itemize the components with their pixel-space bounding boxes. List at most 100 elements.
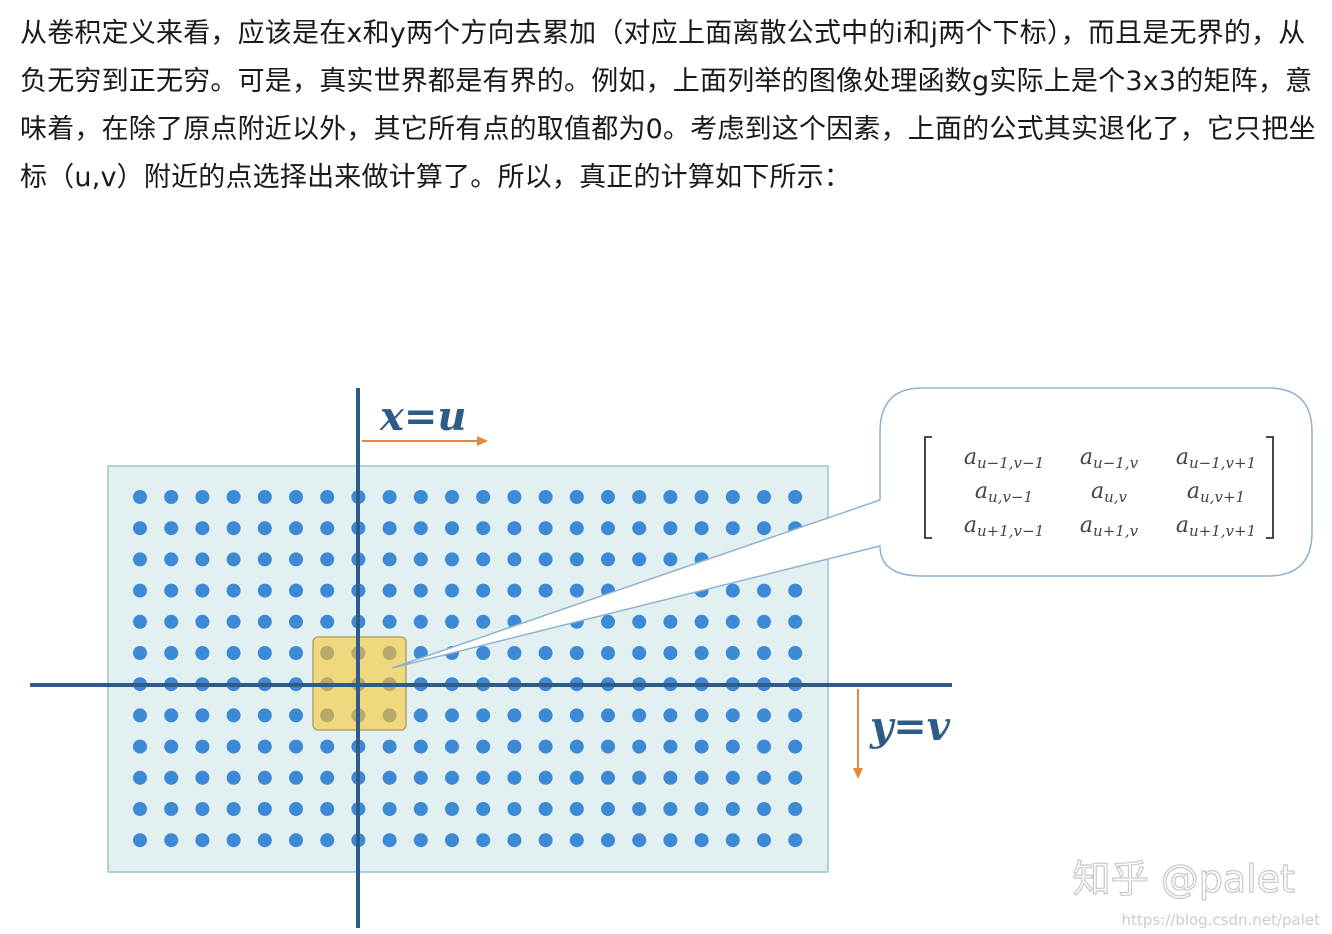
grid-dot [663,646,678,660]
grid-dot [694,646,709,660]
grid-dot [694,770,709,785]
grid-dot [133,614,147,629]
grid-dot [757,614,771,629]
grid-dot [725,583,740,598]
grid-dot [195,646,210,660]
grid-dot [757,490,771,504]
grid-dot [320,770,335,785]
kernel-dot [382,646,397,660]
grid-dot [320,583,335,598]
grid-dot [320,739,335,754]
grid-dot [195,802,210,816]
grid-dot [601,646,615,660]
grid-dot [413,802,428,816]
grid-dot [663,521,678,536]
grid-dot [569,802,584,816]
grid-dot [413,583,428,598]
grid-dot [289,646,303,660]
kernel-dot [382,708,397,723]
grid-dot [413,708,428,723]
grid-dot [226,614,241,629]
grid-dot [663,802,678,816]
grid-dot [507,583,522,598]
grid-panel [107,465,829,873]
grid-dot [569,708,584,723]
grid-dot [663,552,678,567]
grid-dot [694,490,709,504]
grid-dot [320,833,335,848]
grid-dot [601,552,615,567]
grid-dot [445,614,459,629]
grid-dot [382,614,397,629]
grid-dot [195,770,210,785]
grid-dot [507,770,522,785]
grid-dot [601,521,615,536]
grid-dot [663,833,678,848]
grid-dot [445,490,459,504]
grid-dot [133,802,147,816]
grid-dot [601,708,615,723]
grid-dot [226,646,241,660]
grid-dot [507,802,522,816]
grid-dot [257,490,272,504]
grid-dot [569,552,584,567]
grid-dot [445,708,459,723]
grid-dot [569,833,584,848]
grid-dot [164,708,179,723]
grid-dot [601,833,615,848]
grid-dot [788,739,803,754]
grid-dot [538,833,553,848]
grid-dot [445,552,459,567]
grid-dot [788,802,803,816]
grid-dot [663,770,678,785]
grid-dot [538,646,553,660]
grid-dot [133,552,147,567]
grid-dot [164,739,179,754]
grid-dot [569,490,584,504]
grid-dot [788,833,803,848]
grid-dot [476,583,491,598]
grid-dot [195,490,210,504]
grid-dot [257,646,272,660]
grid-dot [257,833,272,848]
grid-dot [133,646,147,660]
grid-dot [569,583,584,598]
grid-dot [632,802,647,816]
grid-dot [725,490,740,504]
grid-dot [694,521,709,536]
grid-dot [289,552,303,567]
grid-dot [632,614,647,629]
grid-dot [694,739,709,754]
grid-dot [289,833,303,848]
grid-dot [788,708,803,723]
grid-dot [413,552,428,567]
grid-dot [226,490,241,504]
grid-dot [663,739,678,754]
grid-dot [382,490,397,504]
grid-dot [538,552,553,567]
grid-dot [257,521,272,536]
grid-dot [289,708,303,723]
grid-dot [413,770,428,785]
grid-dot [476,552,491,567]
grid-dot [289,614,303,629]
grid-dot [257,708,272,723]
grid-dot [289,521,303,536]
kernel-dot [320,708,335,723]
grid-dot [195,583,210,598]
grid-dot [601,614,615,629]
grid-dot [663,708,678,723]
grid-dot [757,770,771,785]
grid-dot [164,552,179,567]
grid-dot [133,770,147,785]
grid-dot [601,739,615,754]
grid-dot [476,708,491,723]
grid-dot [133,583,147,598]
grid-dot [195,552,210,567]
grid-dot [133,739,147,754]
grid-dot [226,708,241,723]
grid-dot [632,770,647,785]
convolution-figure: x=u y=v au−1,v−1 au−1,v au−1,v+1 au,v−1 au,v… [0,360,1332,934]
grid-dot [632,521,647,536]
grid-dot [320,490,335,504]
